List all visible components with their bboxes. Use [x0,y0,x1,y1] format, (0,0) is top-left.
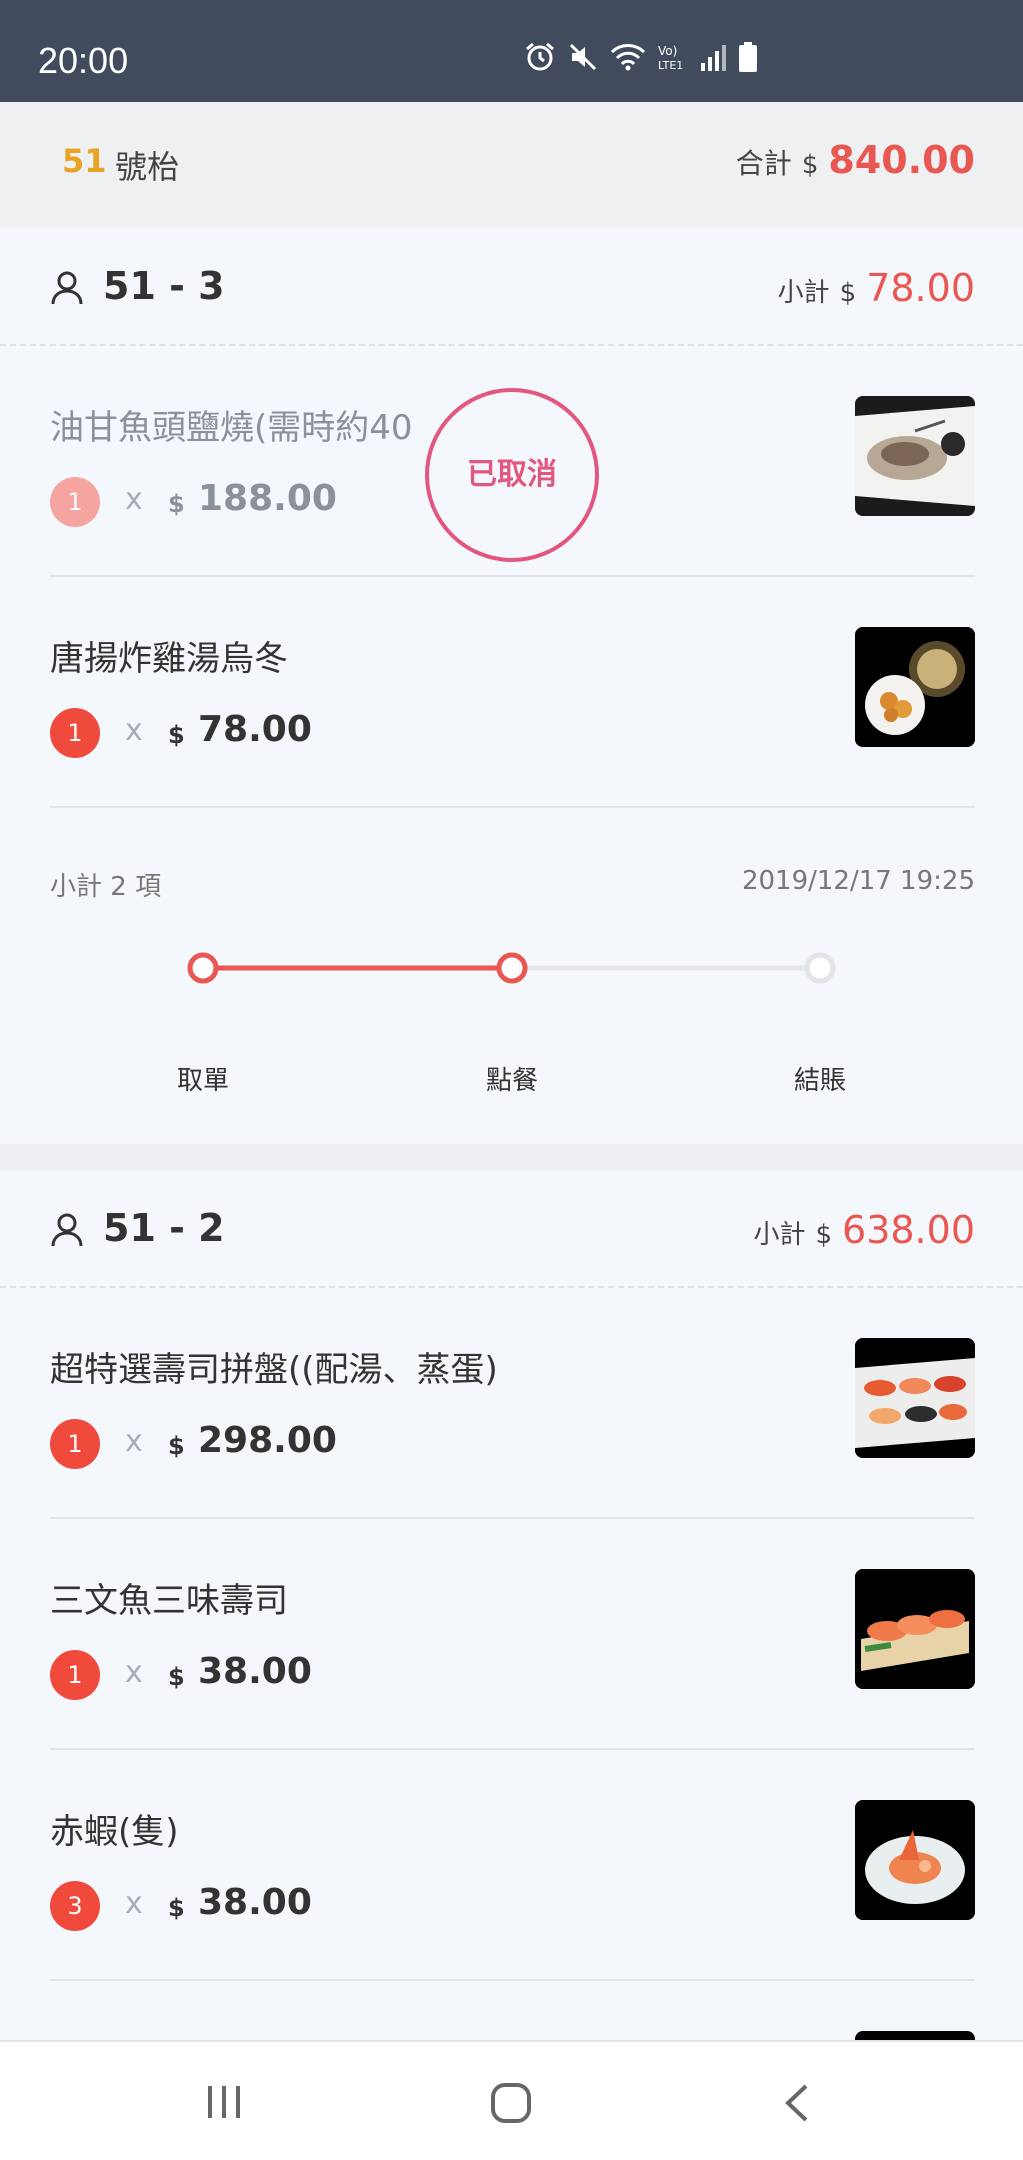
back-icon[interactable] [780,2082,814,2124]
progress-track [187,952,836,984]
step-dot [496,952,528,984]
battery-icon [739,42,757,72]
step-label: 取單 [176,1066,229,1096]
order-card: 51 - 2 小計 $ 638.00 超特選壽司拼盤((配湯、蒸蛋) 1 x $… [0,1170,1023,2151]
item-name: 唐揚炸雞湯烏冬 [50,639,288,679]
order-header: 51 - 2 小計 $ 638.00 [0,1170,1023,1288]
item-currency: $ [168,1432,185,1460]
multiply-sign: x [125,1886,143,1921]
item-price: 298.00 [198,1420,337,1461]
section-divider [0,1144,1023,1170]
table-header: 51 號枱 合計 $ 840.00 [0,102,1023,228]
order-item[interactable]: 油甘魚頭鹽燒(需時約40 1 x $ 188.00 已取消 [50,346,975,577]
quantity-badge: 1 [50,1419,100,1469]
item-price: 38.00 [198,1882,312,1923]
item-name: 油甘魚頭鹽燒(需時約40 [50,408,413,448]
order-item[interactable]: 超特選壽司拼盤((配湯、蒸蛋) 1 x $ 298.00 [50,1288,975,1519]
multiply-sign: x [125,1424,143,1459]
status-time: 20:00 [38,40,129,81]
grand-total: 合計 $ 840.00 [736,138,975,182]
person-icon [51,271,83,305]
svg-text:Vo): Vo) [658,44,677,58]
multiply-sign: x [125,713,143,748]
food-thumbnail [855,1338,975,1458]
order-number: 51 - 3 [103,264,225,308]
order-subtotal: 小計 $ 78.00 [778,266,975,310]
item-name: 赤蝦(隻) [50,1812,179,1852]
svg-text:LTE1: LTE1 [658,59,683,72]
signal-icon [701,45,726,71]
quantity-badge: 1 [50,1650,100,1700]
multiply-sign: x [125,1655,143,1690]
step-label: 結賬 [793,1066,846,1096]
quantity-badge: 1 [50,708,100,758]
multiply-sign: x [125,482,143,517]
subtotal-label: 小計 [777,278,830,308]
food-thumbnail [855,627,975,747]
status-bar: 20:00 Vo) LTE1 [0,0,1023,102]
table-number: 51 [62,142,107,180]
quantity-badge: 3 [50,1881,100,1931]
item-currency: $ [168,1894,185,1922]
food-thumbnail [855,1800,975,1920]
food-thumbnail [855,1569,975,1689]
order-number: 51 - 2 [103,1206,225,1250]
order-progress: 取單 點餐 結賬 [0,928,1023,1096]
order-datetime: 2019/12/17 19:25 [741,866,975,896]
item-currency: $ [168,490,185,518]
total-label: 合計 [735,147,792,180]
subtotal-amount: 78.00 [866,266,975,310]
item-price: 188.00 [198,478,337,519]
subtotal-currency: $ [839,278,857,308]
person-icon [51,1213,83,1247]
item-name: 超特選壽司拼盤((配湯、蒸蛋) [50,1350,498,1390]
order-item[interactable]: 唐揚炸雞湯烏冬 1 x $ 78.00 [50,577,975,808]
volte-icon: Vo)LTE1 [658,44,683,72]
item-name: 三文魚三味壽司 [50,1581,288,1621]
status-icons: Vo) LTE1 [524,42,758,72]
order-summary: 小計 2 項 2019/12/17 19:25 取單 點餐 結賬 [0,808,1023,1118]
alarm-icon [526,42,554,71]
cancelled-stamp: 已取消 [425,388,599,562]
item-currency: $ [168,1663,185,1691]
total-currency: $ [801,150,819,180]
step-dot [187,952,219,984]
step-label: 點餐 [485,1066,538,1096]
order-card: 51 - 3 小計 $ 78.00 油甘魚頭鹽燒(需時約40 1 x $ 188… [0,228,1023,1144]
table-unit-label: 號枱 [115,148,180,186]
order-subtotal: 小計 $ 638.00 [753,1208,975,1252]
subtotal-amount: 638.00 [842,1208,975,1252]
item-count-label: 小計 2 項 [50,872,162,902]
subtotal-currency: $ [815,1220,833,1250]
item-currency: $ [168,721,185,749]
subtotal-label: 小計 [753,1220,806,1250]
quantity-badge: 1 [50,477,100,527]
item-price: 78.00 [198,709,312,750]
home-icon[interactable] [490,2082,532,2124]
order-item[interactable]: 赤蝦(隻) 3 x $ 38.00 [50,1750,975,1981]
item-price: 38.00 [198,1651,312,1692]
mute-icon [569,43,597,71]
system-nav-bar [0,2040,1023,2160]
recent-apps-icon[interactable] [204,2082,244,2122]
order-header: 51 - 3 小計 $ 78.00 [0,228,1023,346]
order-item[interactable]: 三文魚三味壽司 1 x $ 38.00 [50,1519,975,1750]
wifi-icon [610,44,646,71]
step-dot [804,952,836,984]
food-thumbnail [855,396,975,516]
total-amount: 840.00 [828,138,975,182]
